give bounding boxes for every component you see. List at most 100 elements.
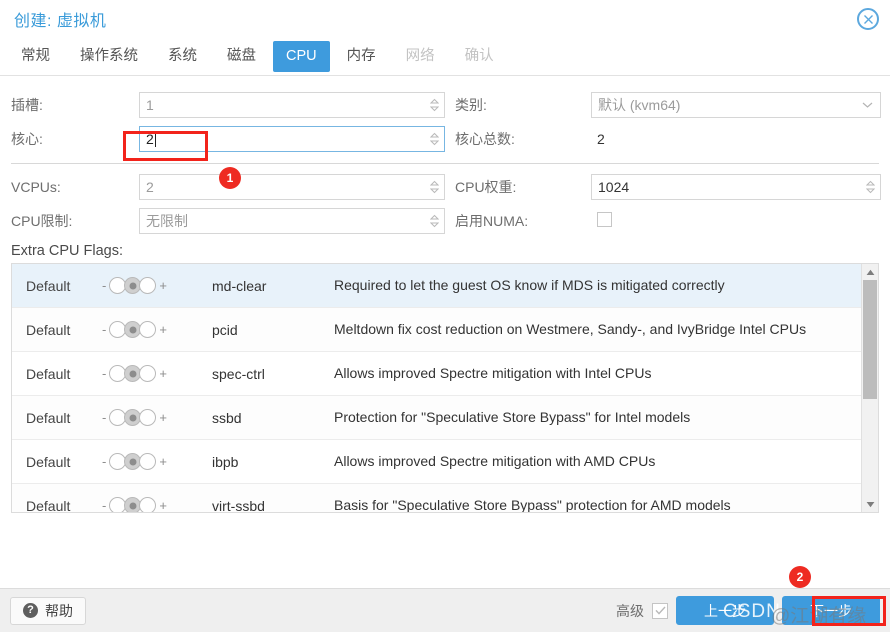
tristate-on[interactable] (139, 453, 157, 470)
cpu-form: 插槽: 1 类别: 默认 (kvm64) 核心: 2 核心总数: 2 VCPUs… (0, 76, 890, 513)
plus-sign: + (159, 322, 167, 337)
flag-tristate-toggle[interactable]: - + (100, 409, 212, 426)
plus-sign: + (159, 410, 167, 425)
table-row[interactable]: Default - + virt-ssbd Basis for "Specula… (12, 484, 861, 512)
dialog-titlebar: 创建: 虚拟机 (0, 0, 890, 38)
advanced-checkbox[interactable] (652, 602, 668, 619)
flag-tristate-toggle[interactable]: - + (100, 277, 212, 294)
plus-sign: + (159, 278, 167, 293)
create-vm-dialog: 创建: 虚拟机 常规 操作系统 系统 磁盘 CPU 内存 网络 确认 插槽: 1 (0, 0, 890, 632)
tristate-on[interactable] (139, 365, 157, 382)
minus-sign: - (102, 366, 107, 381)
flag-description: Required to let the guest OS know if MDS… (334, 277, 725, 294)
flag-tristate-toggle[interactable]: - + (100, 365, 212, 382)
flag-state: Default (26, 321, 71, 338)
field-sockets: 插槽: 1 (9, 92, 445, 118)
tab-network: 网络 (405, 48, 435, 65)
tristate-dots[interactable] (109, 277, 157, 294)
flag-tristate-toggle[interactable]: - + (100, 497, 212, 512)
tristate-dots[interactable] (109, 497, 157, 512)
field-total-cores: 核心总数: 2 (445, 129, 881, 149)
flag-description: Protection for "Speculative Store Bypass… (334, 409, 691, 426)
scrollbar-track[interactable] (862, 280, 878, 496)
flag-tristate-toggle[interactable]: - + (100, 321, 212, 338)
minus-sign: - (102, 410, 107, 425)
help-button[interactable]: ? 帮助 (10, 596, 86, 625)
vcpus-stepper[interactable] (430, 180, 439, 194)
tristate-dots[interactable] (109, 453, 157, 470)
flag-state: Default (26, 365, 71, 382)
tristate-dots[interactable] (109, 409, 157, 426)
cpu-weight-value: 1024 (598, 179, 630, 195)
flag-name: ssbd (212, 409, 242, 426)
table-row[interactable]: Default - + ibpb Allows improved Spectre… (12, 440, 861, 484)
enable-numa-checkbox[interactable] (597, 212, 612, 227)
scroll-down-icon[interactable] (866, 496, 875, 512)
cpu-flags-table: Default - + md-clear Required to let the… (11, 263, 879, 513)
field-cores: 核心: 2 (9, 126, 445, 152)
back-button[interactable]: 上一步 (676, 596, 774, 625)
scrollbar-thumb[interactable] (863, 280, 877, 399)
scroll-up-icon[interactable] (866, 264, 875, 280)
sockets-label: 插槽: (11, 97, 43, 113)
tab-system[interactable]: 系统 (155, 41, 210, 71)
tristate-dots[interactable] (109, 365, 157, 382)
flag-name: md-clear (212, 277, 267, 294)
minus-sign: - (102, 498, 107, 512)
flag-tristate-toggle[interactable]: - + (100, 453, 212, 470)
cpu-limit-stepper[interactable] (430, 214, 439, 228)
flag-state: Default (26, 277, 71, 294)
cpu-limit-label: CPU限制: (11, 213, 73, 229)
flag-name: spec-ctrl (212, 365, 265, 382)
sockets-input[interactable]: 1 (139, 92, 445, 118)
tab-disk[interactable]: 磁盘 (214, 41, 269, 71)
sockets-stepper[interactable] (430, 98, 439, 112)
flag-state: Default (26, 453, 71, 470)
field-enable-numa: 启用NUMA: (445, 211, 881, 231)
cpu-weight-input[interactable]: 1024 (591, 174, 881, 200)
tab-general[interactable]: 常规 (8, 41, 63, 71)
cpu-flags-table-body: Default - + md-clear Required to let the… (12, 264, 861, 512)
tristate-on[interactable] (139, 321, 157, 338)
field-vcpus: VCPUs: 2 (9, 174, 445, 200)
type-value: 默认 (kvm64) (598, 97, 681, 113)
annotation-badge-2: 2 (789, 566, 811, 588)
extra-cpu-flags-label: Extra CPU Flags: (11, 243, 123, 259)
form-row-cores: 核心: 2 核心总数: 2 (9, 122, 881, 156)
tab-os[interactable]: 操作系统 (67, 41, 151, 71)
plus-sign: + (159, 454, 167, 469)
flag-name: virt-ssbd (212, 497, 265, 513)
vcpus-input[interactable]: 2 (139, 174, 445, 200)
cpu-weight-stepper[interactable] (866, 180, 875, 194)
advanced-label: 高级 (616, 602, 644, 619)
type-label: 类别: (455, 97, 487, 113)
tab-memory[interactable]: 内存 (334, 41, 389, 71)
table-row[interactable]: Default - + ssbd Protection for "Specula… (12, 396, 861, 440)
tab-cpu[interactable]: CPU (273, 41, 330, 72)
form-row-vcpus: VCPUs: 2 CPU权重: 1024 (9, 170, 881, 204)
cores-input[interactable]: 2 (139, 126, 445, 152)
cpu-limit-input[interactable]: 无限制 (139, 208, 445, 234)
table-row[interactable]: Default - + md-clear Required to let the… (12, 264, 861, 308)
close-icon[interactable] (857, 8, 879, 30)
tristate-on[interactable] (139, 277, 157, 294)
cores-stepper[interactable] (430, 132, 439, 146)
next-button[interactable]: 下一步 (782, 596, 880, 625)
table-scrollbar[interactable] (861, 264, 878, 512)
table-row[interactable]: Default - + pcid Meltdown fix cost reduc… (12, 308, 861, 352)
tristate-dots[interactable] (109, 321, 157, 338)
table-row[interactable]: Default - + spec-ctrl Allows improved Sp… (12, 352, 861, 396)
field-cpu-limit: CPU限制: 无限制 (9, 208, 445, 234)
flag-name: ibpb (212, 453, 239, 470)
tristate-on[interactable] (139, 409, 157, 426)
flag-state: Default (26, 409, 71, 426)
tristate-on[interactable] (139, 497, 157, 512)
field-cpu-weight: CPU权重: 1024 (445, 174, 881, 200)
type-select[interactable]: 默认 (kvm64) (591, 92, 881, 118)
tab-confirm: 确认 (464, 48, 494, 65)
flag-name: pcid (212, 321, 238, 338)
question-mark-icon: ? (23, 603, 38, 618)
plus-sign: + (159, 498, 167, 512)
enable-numa-label: 启用NUMA: (455, 213, 529, 229)
flag-description: Allows improved Spectre mitigation with … (334, 453, 656, 470)
